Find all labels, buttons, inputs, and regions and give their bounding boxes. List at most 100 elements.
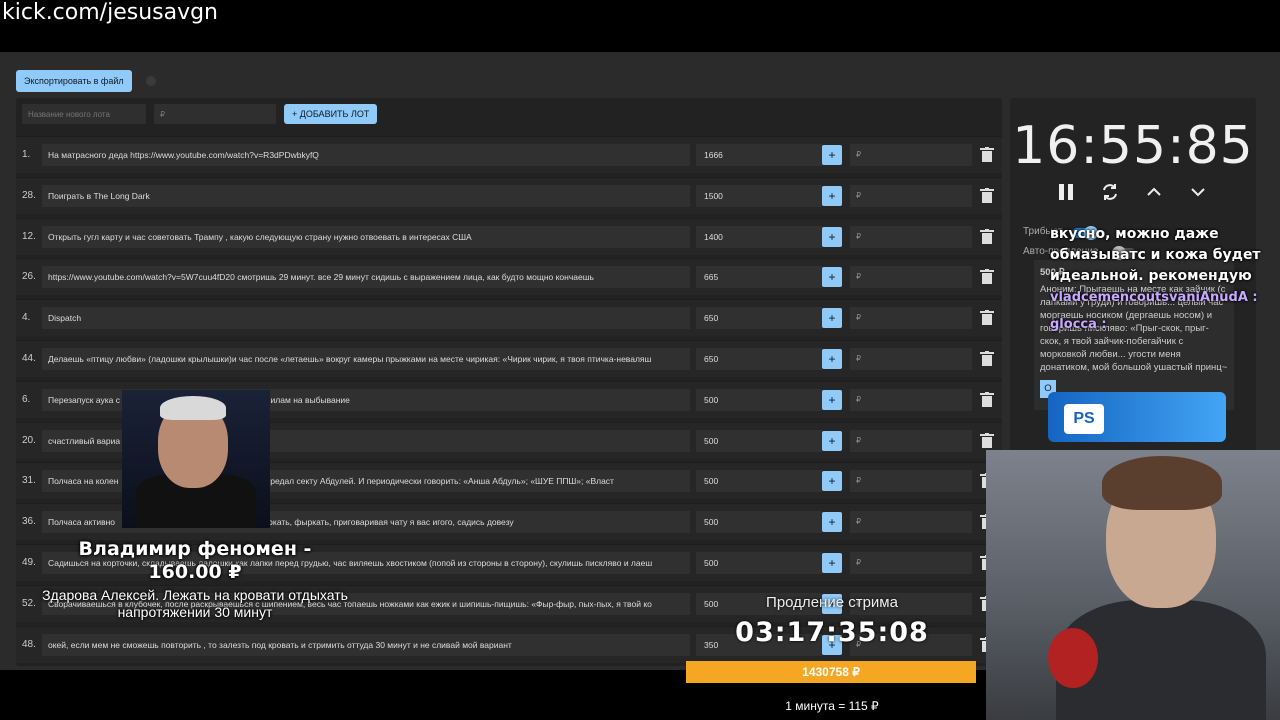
chat-nick: glocca : xyxy=(1050,317,1107,332)
add-to-lot-button[interactable]: + xyxy=(822,553,842,573)
lot-name: Поиграть в The Long Dark xyxy=(48,190,150,201)
trash-icon[interactable] xyxy=(980,351,994,367)
add-to-lot-button[interactable]: + xyxy=(822,185,842,206)
lot-number: 31. xyxy=(22,475,36,487)
lot-amount-field[interactable]: 1666 xyxy=(696,144,822,166)
lot-add-amount-input[interactable]: ₽ xyxy=(850,266,972,289)
add-to-lot-button[interactable]: + xyxy=(822,308,842,329)
add-to-lot-button[interactable]: + xyxy=(822,512,842,533)
extension-bank-amount: 1430758 ₽ xyxy=(802,665,860,679)
lot-add-amount-input[interactable]: ₽ xyxy=(850,552,972,574)
lot-name-field[interactable]: Делаешь «птицу любви» (ладошки крылышки)… xyxy=(42,348,690,370)
auction-timer: 16:55:85 xyxy=(1012,116,1254,176)
export-button[interactable]: Экспортировать в файл xyxy=(16,70,132,92)
stream-url: kick.com/jesusavgn xyxy=(2,0,219,25)
lot-add-amount-input[interactable]: ₽ xyxy=(850,348,972,370)
lot-name-field[interactable]: https://www.youtube.com/watch?v=5W7cuu4f… xyxy=(42,266,690,289)
lot-add-amount-input[interactable]: ₽ xyxy=(850,470,972,493)
lot-name-field[interactable]: Открыть гугл карту и час советовать Трам… xyxy=(42,225,690,248)
lot-number: 48. xyxy=(22,638,36,650)
lot-number: 12. xyxy=(22,230,36,242)
lot-amount-field[interactable]: 500 xyxy=(696,552,822,574)
chevron-up-icon[interactable] xyxy=(1144,182,1164,202)
timer-controls xyxy=(1056,182,1208,202)
chat-line: идеальной. рекомендую xyxy=(1050,268,1252,284)
lot-add-amount-input[interactable]: ₽ xyxy=(850,429,972,452)
lot-name-field[interactable]: Поиграть в The Long Dark xyxy=(42,184,690,207)
pause-icon[interactable] xyxy=(1056,182,1076,202)
lot-number: 20. xyxy=(22,434,36,446)
add-to-lot-button[interactable]: + xyxy=(822,349,842,369)
lot-add-amount-input[interactable]: ₽ xyxy=(850,388,972,411)
lot-amount-field[interactable]: 500 xyxy=(696,388,822,411)
trash-icon[interactable] xyxy=(980,147,994,163)
lot-number: 49. xyxy=(22,557,36,568)
streamer-hair xyxy=(1102,456,1222,510)
lot-name: Открыть гугл карту и час советовать Трам… xyxy=(48,231,472,242)
lot-name: Dispatch xyxy=(48,313,82,324)
lot-row: 1. На матрасного деда https://www.youtube… xyxy=(16,136,1002,173)
donation-alert-amount: 160.00 ₽ xyxy=(148,561,242,583)
trash-icon[interactable] xyxy=(980,391,994,408)
ps-logo-icon: PS xyxy=(1064,404,1104,434)
lot-number: 52. xyxy=(22,597,36,609)
lot-name: https://www.youtube.com/watch?v=5W7cuu4f… xyxy=(48,272,594,283)
lot-amount-field[interactable]: 665 xyxy=(696,266,822,289)
microphone-icon xyxy=(1048,628,1098,688)
trash-icon[interactable] xyxy=(980,187,994,204)
lot-add-amount-input[interactable]: ₽ xyxy=(850,225,972,248)
lot-name: На матрасного деда https://www.youtube.c… xyxy=(48,150,319,160)
lot-name: счастливый вариа xyxy=(48,435,121,446)
lot-amount-field[interactable]: 1500 xyxy=(696,184,822,207)
add-to-lot-button[interactable]: + xyxy=(822,471,842,492)
new-lot-name-input[interactable] xyxy=(22,104,146,124)
lot-row: 44. Делаешь «птицу любви» (ладошки крылыш… xyxy=(16,340,1002,377)
chevron-down-icon[interactable] xyxy=(1188,182,1208,202)
new-lot-amount-input[interactable] xyxy=(154,104,276,124)
extension-bank-bar: 1430758 ₽ xyxy=(686,661,976,683)
trash-icon[interactable] xyxy=(980,432,994,449)
add-to-lot-button[interactable]: + xyxy=(822,267,842,288)
lot-name: Перезапуск аука с xyxy=(48,394,120,405)
lot-amount-field[interactable]: 650 xyxy=(696,348,822,370)
top-toolbar: Экспортировать в файл xyxy=(16,70,156,92)
lot-name: окей, если мем не сможешь повторить , то… xyxy=(48,639,512,650)
chat-line: обмазыватс и кожа будет xyxy=(1050,247,1261,263)
extension-rate: 1 минута = 115 ₽ xyxy=(785,699,879,713)
status-dot-icon xyxy=(145,76,156,86)
reset-icon[interactable] xyxy=(1100,182,1120,202)
add-to-lot-button[interactable]: + xyxy=(822,430,842,451)
lot-name-field[interactable]: Dispatch xyxy=(42,307,690,330)
trash-icon[interactable] xyxy=(980,310,994,326)
lot-amount-field[interactable]: 500 xyxy=(696,429,822,452)
add-to-lot-button[interactable]: + xyxy=(822,226,842,247)
lot-number: 28. xyxy=(22,189,36,201)
lot-amount-field[interactable]: 1400 xyxy=(696,225,822,248)
chat-overlay: вкусно, можно даже обмазыватс и кожа буд… xyxy=(1050,224,1261,335)
lot-amount-field[interactable]: 500 xyxy=(696,511,822,534)
lot-name: Полчаса активно xyxy=(48,517,116,528)
lot-add-amount-input[interactable]: ₽ xyxy=(850,511,972,534)
lot-name-field[interactable]: окей, если мем не сможешь повторить , то… xyxy=(42,633,690,656)
lot-row: 12. Открыть гугл карту и час советовать Т… xyxy=(16,217,1002,255)
ps-banner: PS xyxy=(1048,392,1226,442)
donation-alert-message: Здарова Алексей. Лежать на кровати отдых… xyxy=(42,587,348,620)
donation-image xyxy=(122,390,270,528)
trash-icon[interactable] xyxy=(980,228,994,245)
lot-number: 1. xyxy=(22,149,31,160)
lot-add-amount-input[interactable]: ₽ xyxy=(850,144,972,166)
lot-row: 4. Dispatch 650 + ₽ xyxy=(16,299,1002,337)
lot-amount-field[interactable]: 650 xyxy=(696,307,822,330)
extension-title: Продление стрима xyxy=(766,594,898,611)
trash-icon[interactable] xyxy=(980,269,994,285)
add-to-lot-button[interactable]: + xyxy=(822,145,842,165)
donation-alert-title: Владимир феномен - 160.00 ₽ xyxy=(40,538,350,584)
lot-row: 28. Поиграть в The Long Dark 1500 + ₽ xyxy=(16,176,1002,214)
lot-add-amount-input[interactable]: ₽ xyxy=(850,307,972,330)
add-lot-button[interactable]: + ДОБАВИТЬ ЛОТ xyxy=(284,104,378,124)
add-to-lot-button[interactable]: + xyxy=(822,389,842,410)
lot-add-amount-input[interactable]: ₽ xyxy=(850,184,972,207)
lot-amount-field[interactable]: 500 xyxy=(696,470,822,493)
lot-name-field[interactable]: На матрасного деда https://www.youtube.c… xyxy=(42,144,690,166)
lot-name-tail: за то что предал секту Абдулей. И период… xyxy=(228,476,614,487)
